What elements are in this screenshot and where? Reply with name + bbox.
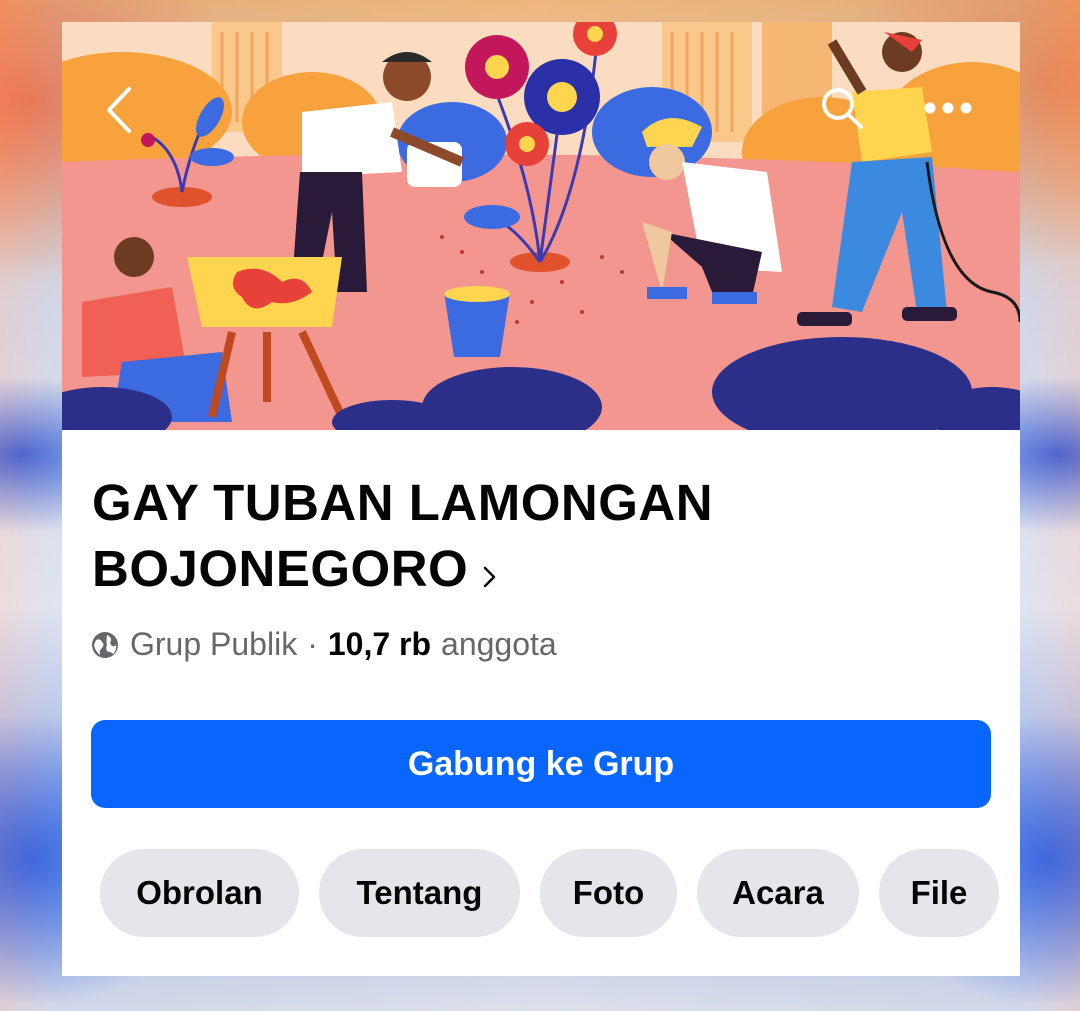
tab-obrolan[interactable]: Obrolan: [100, 849, 299, 937]
tab-foto[interactable]: Foto: [540, 849, 677, 937]
meta-separator: ·: [307, 626, 318, 662]
more-icon: [924, 102, 972, 114]
tab-acara[interactable]: Acara: [697, 849, 859, 937]
member-count: 10,7 rb: [327, 626, 432, 662]
chevron-left-icon: [107, 87, 131, 133]
tab-label: Foto: [572, 874, 645, 911]
tab-file[interactable]: File: [879, 849, 999, 937]
group-header-card: GAY TUBAN LAMONGAN BOJONEGORO Grup Publi…: [62, 22, 1020, 976]
globe-icon: [92, 631, 118, 658]
tab-label: Obrolan: [136, 874, 263, 911]
group-meta: Grup Publik · 10,7 rb anggota: [90, 626, 557, 663]
search-button[interactable]: [814, 80, 870, 136]
join-group-label: Gabung ke Grup: [407, 744, 675, 783]
back-button[interactable]: [90, 82, 146, 138]
group-name: GAY TUBAN LAMONGAN BOJONEGORO: [92, 474, 714, 597]
group-tabs: Obrolan Tentang Foto Acara File: [100, 849, 999, 937]
group-title[interactable]: GAY TUBAN LAMONGAN BOJONEGORO: [92, 470, 852, 606]
search-icon: [822, 88, 863, 129]
join-group-button[interactable]: Gabung ke Grup: [91, 720, 991, 808]
member-label: anggota: [441, 626, 557, 662]
tab-tentang[interactable]: Tentang: [319, 849, 520, 937]
tab-label: Tentang: [356, 874, 483, 911]
chevron-right-icon: [482, 540, 498, 606]
cover-photo: [62, 22, 1020, 430]
tab-label: File: [910, 874, 968, 911]
more-options-button[interactable]: [920, 80, 976, 136]
privacy-label: Grup Publik: [130, 626, 298, 662]
tab-label: Acara: [732, 874, 824, 911]
